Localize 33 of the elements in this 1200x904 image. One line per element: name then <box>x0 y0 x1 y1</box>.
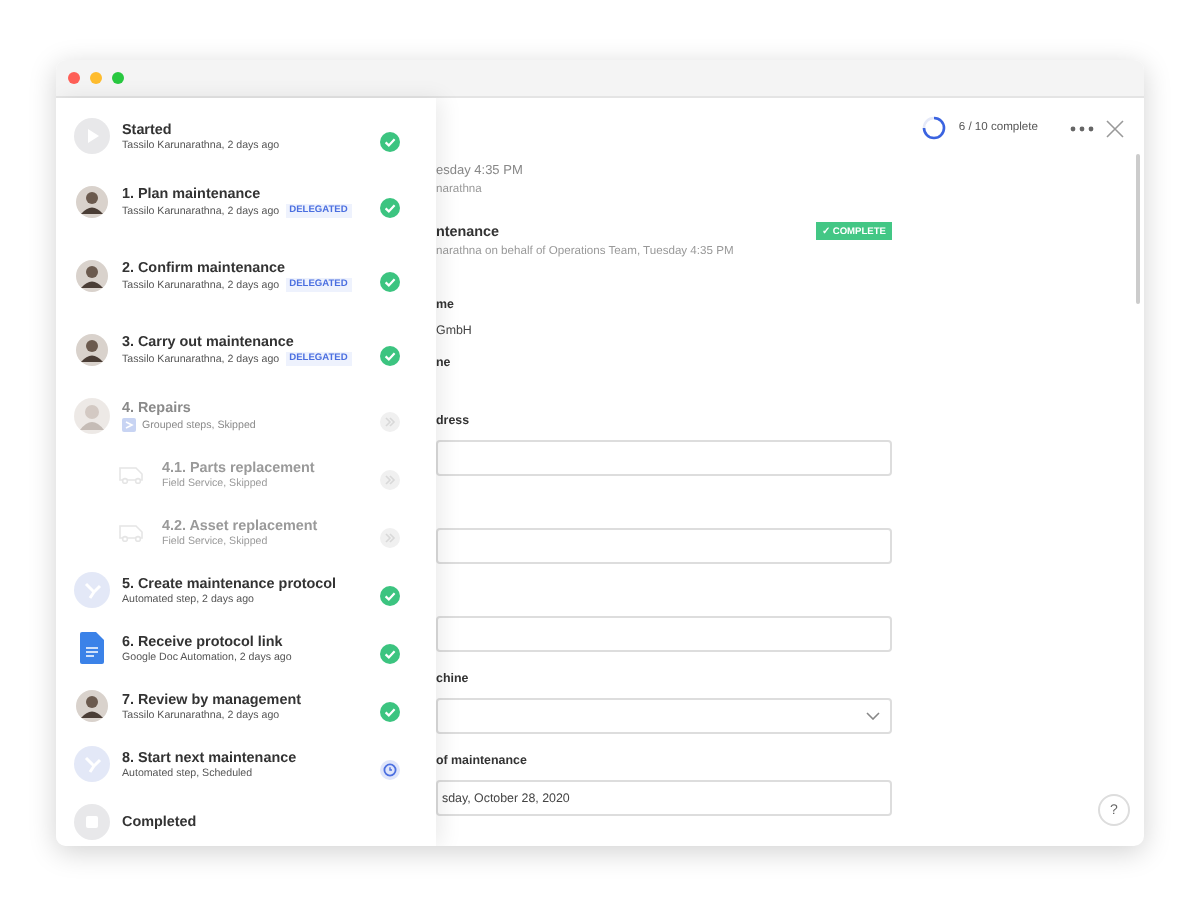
minimize-dot[interactable] <box>90 72 102 84</box>
avatar-icon <box>76 259 108 291</box>
progress-ring-icon <box>922 116 947 140</box>
skip-icon <box>380 527 400 547</box>
document-icon <box>80 631 104 663</box>
more-icon[interactable] <box>1070 125 1094 131</box>
check-icon <box>380 345 400 365</box>
check-icon <box>380 585 400 605</box>
input-field[interactable] <box>436 440 892 476</box>
input-field[interactable] <box>436 616 892 652</box>
avatar-icon <box>76 185 108 217</box>
skip-icon <box>380 469 400 489</box>
chevron-icon <box>866 712 880 720</box>
select-field[interactable] <box>436 698 892 734</box>
avatar-icon <box>76 689 108 721</box>
close-dot[interactable] <box>68 72 80 84</box>
automation-icon <box>74 571 110 607</box>
check-icon <box>380 131 400 151</box>
van-icon <box>118 521 146 541</box>
close-icon[interactable] <box>1106 119 1124 137</box>
automation-icon <box>74 745 110 781</box>
avatar-icon <box>76 333 108 365</box>
check-icon <box>380 643 400 663</box>
check-icon <box>380 701 400 721</box>
input-field[interactable] <box>436 528 892 564</box>
van-icon <box>118 463 146 483</box>
check-icon <box>380 197 400 217</box>
clock-icon <box>380 759 400 779</box>
skip-icon <box>380 411 400 431</box>
check-icon <box>380 271 400 291</box>
group-icon <box>122 418 136 432</box>
zoom-dot[interactable] <box>112 72 124 84</box>
avatar-icon <box>74 397 110 433</box>
